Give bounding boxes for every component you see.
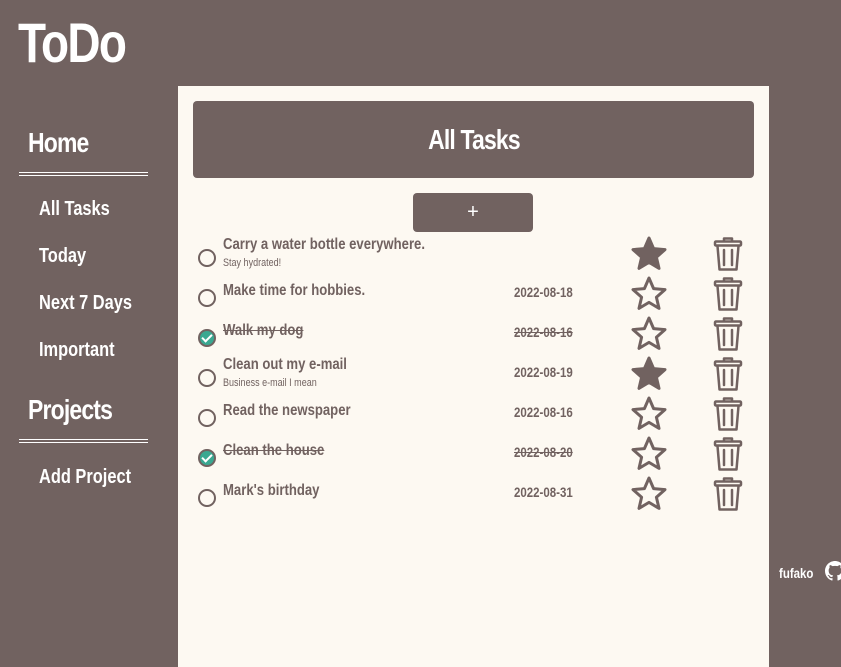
sidebar-item-next-7-days[interactable]: Next 7 Days xyxy=(39,292,132,315)
star-icon[interactable] xyxy=(631,236,667,272)
task-row[interactable]: Clean the house 2022-08-20 xyxy=(178,436,769,476)
github-icon[interactable] xyxy=(825,561,841,584)
trash-icon[interactable] xyxy=(713,476,743,512)
sidebar-item-important[interactable]: Important xyxy=(39,339,115,362)
task-title: Carry a water bottle everywhere. xyxy=(223,236,426,253)
task-date: 2022-08-16 xyxy=(514,324,573,340)
task-row[interactable]: Read the newspaper 2022-08-16 xyxy=(178,396,769,436)
footer: fufako xyxy=(779,561,841,584)
task-checkbox[interactable] xyxy=(198,409,216,427)
sidebar-projects-heading: Projects xyxy=(28,394,113,425)
task-title: Walk my dog xyxy=(223,322,304,339)
author-name: fufako xyxy=(779,564,814,581)
task-date: 2022-08-31 xyxy=(514,484,573,500)
page-title: All Tasks xyxy=(427,123,521,155)
task-title: Clean the house xyxy=(223,442,325,459)
task-row[interactable]: Walk my dog 2022-08-16 xyxy=(178,316,769,356)
task-title: Make time for hobbies. xyxy=(223,282,366,299)
task-checkbox[interactable] xyxy=(198,369,216,387)
sidebar-divider xyxy=(19,172,148,176)
sidebar-home-heading[interactable]: Home xyxy=(28,127,89,159)
task-date: 2022-08-19 xyxy=(514,364,573,380)
add-project-button[interactable]: Add Project xyxy=(39,466,131,489)
task-row[interactable]: Carry a water bottle everywhere. Stay hyd… xyxy=(178,236,769,276)
task-row[interactable]: Make time for hobbies. 2022-08-18 xyxy=(178,276,769,316)
task-row[interactable]: Clean out my e-mail Business e-mail I mea… xyxy=(178,356,769,396)
task-title: Read the newspaper xyxy=(223,402,351,419)
task-date: 2022-08-20 xyxy=(514,444,573,460)
sidebar-divider xyxy=(19,439,148,443)
task-date: 2022-08-16 xyxy=(514,404,573,420)
task-date: 2022-08-18 xyxy=(514,284,573,300)
sidebar-item-today[interactable]: Today xyxy=(39,245,86,268)
star-icon[interactable] xyxy=(631,276,667,312)
star-icon[interactable] xyxy=(631,396,667,432)
trash-icon[interactable] xyxy=(713,276,743,312)
sidebar-item-all-tasks[interactable]: All Tasks xyxy=(39,198,110,221)
sidebar: Home All Tasks Today Next 7 Days Importa… xyxy=(0,0,178,667)
main-panel: All Tasks + Carry a water bottle everywh… xyxy=(178,86,769,667)
trash-icon[interactable] xyxy=(713,396,743,432)
task-checkbox[interactable] xyxy=(198,249,216,267)
add-task-button[interactable]: + xyxy=(413,193,533,232)
task-row[interactable]: Mark's birthday 2022-08-31 xyxy=(178,476,769,516)
task-title: Mark's birthday xyxy=(223,482,320,499)
trash-icon[interactable] xyxy=(713,236,743,272)
task-checkbox[interactable] xyxy=(198,289,216,307)
trash-icon[interactable] xyxy=(713,436,743,472)
star-icon[interactable] xyxy=(631,476,667,512)
trash-icon[interactable] xyxy=(713,356,743,392)
task-description: Stay hydrated! xyxy=(223,257,282,269)
task-description: Business e-mail I mean xyxy=(223,377,317,389)
star-icon[interactable] xyxy=(631,436,667,472)
trash-icon[interactable] xyxy=(713,316,743,352)
task-checkbox[interactable] xyxy=(198,329,216,347)
star-icon[interactable] xyxy=(631,316,667,352)
task-checkbox[interactable] xyxy=(198,449,216,467)
task-title: Clean out my e-mail xyxy=(223,356,347,373)
main-header: All Tasks xyxy=(193,101,754,178)
star-icon[interactable] xyxy=(631,356,667,392)
task-checkbox[interactable] xyxy=(198,489,216,507)
